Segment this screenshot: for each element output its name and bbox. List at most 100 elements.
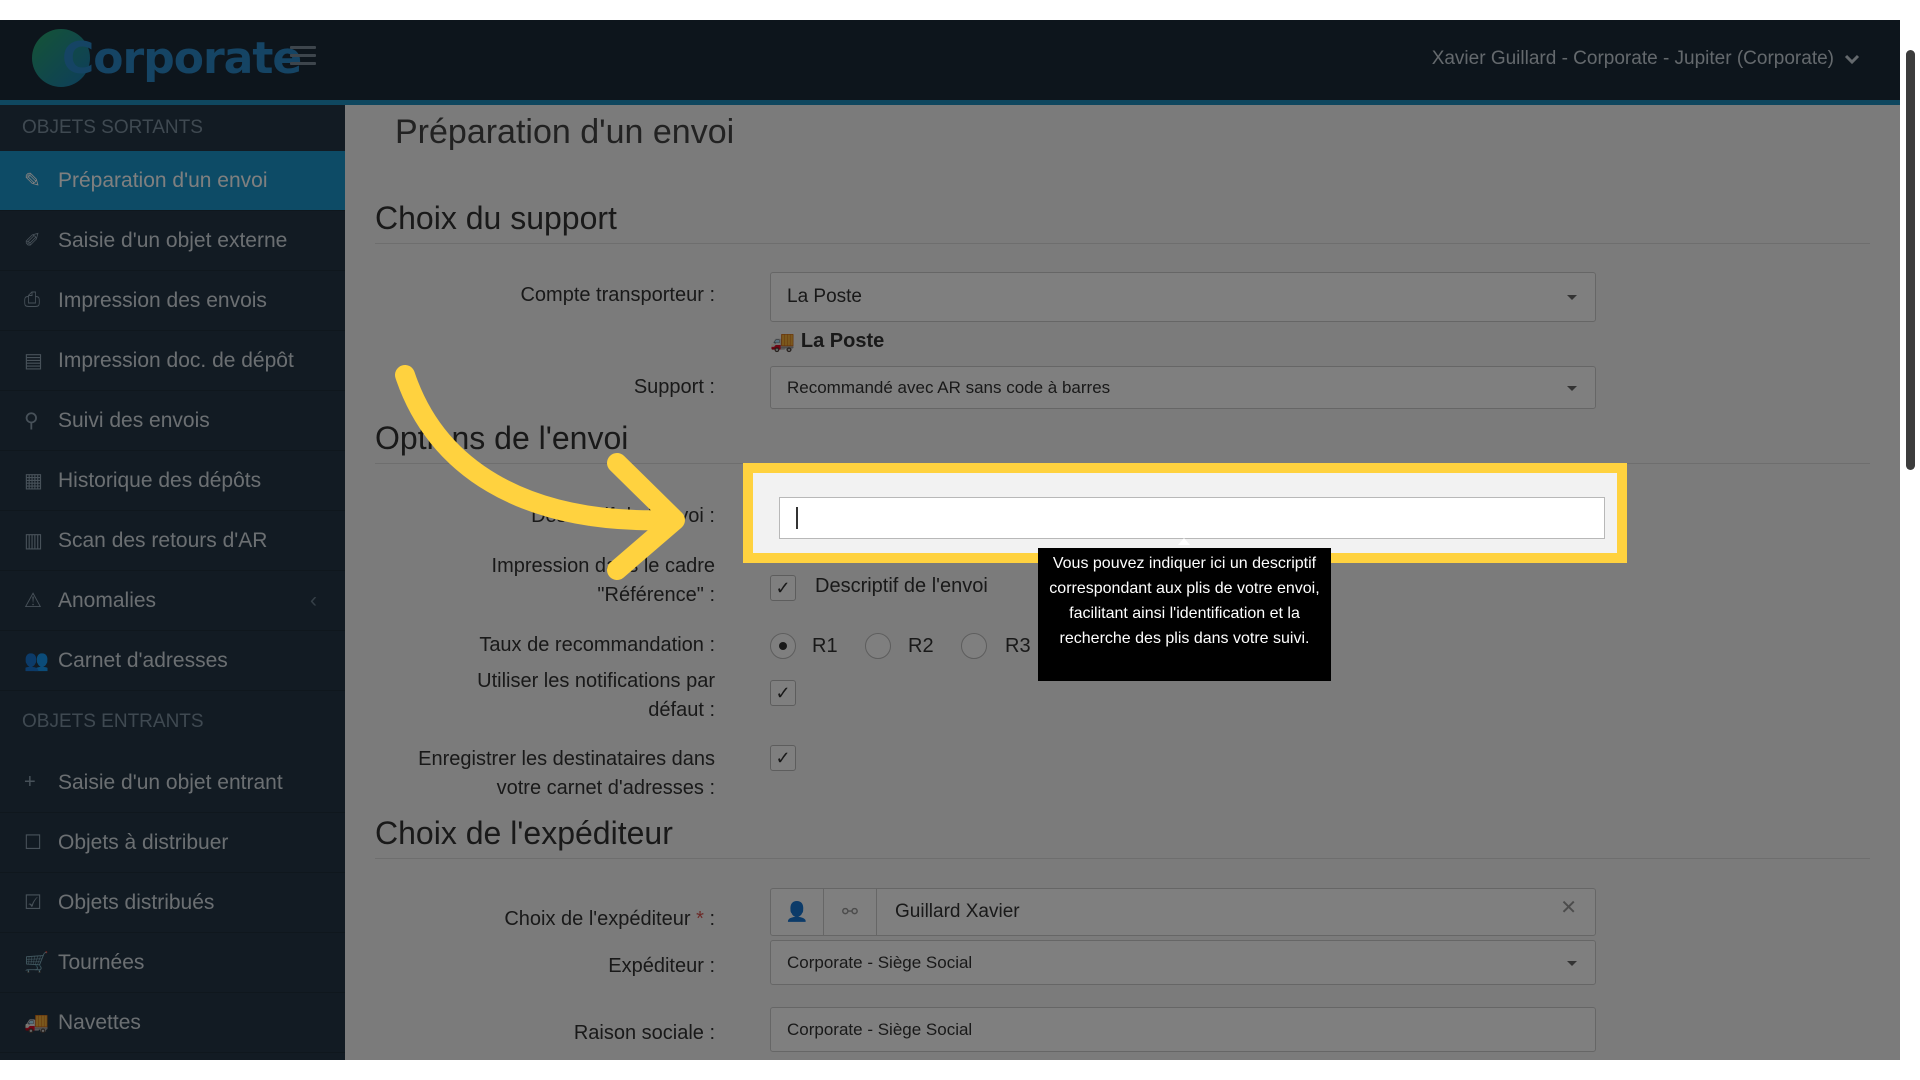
sidebar-item-tracking[interactable]: ⚲ Suivi des envois <box>0 391 345 451</box>
calendar-icon: ▦ <box>24 470 43 492</box>
scrollbar-thumb[interactable] <box>1906 50 1915 470</box>
logo[interactable]: Corporate <box>32 26 302 90</box>
logo-text: Corporate <box>62 32 302 84</box>
caret-down-icon <box>1567 960 1577 966</box>
page-title: Préparation d'un envoi <box>395 113 735 151</box>
notifications-label-line2: défaut : <box>648 699 715 721</box>
sender-choice-field[interactable]: 👤 ⚯ Guillard Xavier ✕ <box>770 888 1596 936</box>
support-select[interactable]: Recommandé avec AR sans code à barres <box>770 366 1596 409</box>
rate-radio-r2[interactable] <box>865 633 891 659</box>
sidebar-section-outgoing: OBJETS SORTANTS <box>22 117 203 138</box>
sidebar-item-incoming-entry[interactable]: + Saisie d'un objet entrant <box>0 753 345 813</box>
text-cursor <box>796 507 798 529</box>
sender-choice-value: Guillard Xavier <box>895 901 1020 922</box>
sidebar: OBJETS SORTANTS ✎ Préparation d'un envoi… <box>0 105 345 1060</box>
rate-radio-r3[interactable] <box>961 633 987 659</box>
clear-icon[interactable]: ✕ <box>1560 895 1577 920</box>
notifications-checkbox[interactable]: ✓ <box>770 680 796 706</box>
annotation-arrow-icon <box>395 365 685 580</box>
sidebar-item-external-object[interactable]: ✐ Saisie d'un objet externe <box>0 211 345 271</box>
caret-down-icon <box>1567 385 1577 391</box>
chevron-left-icon: ‹ <box>310 588 317 612</box>
caret-down-icon <box>1567 295 1577 300</box>
sender-select-value: Corporate - Siège Social <box>787 952 973 972</box>
sidebar-item-label: Objets à distribuer <box>58 830 229 854</box>
sender-select[interactable]: Corporate - Siège Social <box>770 940 1596 985</box>
sidebar-item-address-book[interactable]: 👥 Carnet d'adresses <box>0 631 345 691</box>
plus-icon: + <box>24 771 36 793</box>
sidebar-item-distributed[interactable]: ☑ Objets distribués <box>0 873 345 933</box>
sidebar-item-label: Anomalies <box>58 588 157 612</box>
save-recipients-label: Enregistrer les destinataires dans votre… <box>418 745 715 803</box>
impression-checkbox[interactable]: ✓ <box>770 575 796 601</box>
chevron-down-icon <box>1844 54 1860 65</box>
top-bar: Corporate Xavier Guillard - Corporate - … <box>0 20 1900 105</box>
sidebar-item-label: Navettes <box>58 1010 141 1034</box>
sidebar-item-rounds[interactable]: 🛒 Tournées <box>0 933 345 993</box>
rate-label-r1: R1 <box>812 635 838 657</box>
sidebar-item-anomalies[interactable]: ⚠ Anomalies ‹ <box>0 571 345 631</box>
sender-label: Expéditeur : <box>608 955 715 977</box>
rate-label: Taux de recommandation : <box>479 634 715 656</box>
truck-icon: 🚚 <box>24 1012 49 1034</box>
save-recipients-label-line1: Enregistrer les destinataires dans <box>418 748 715 770</box>
pencil-icon: ✎ <box>24 170 41 192</box>
carrier-select-value: La Poste <box>787 286 862 307</box>
save-recipients-checkbox[interactable]: ✓ <box>770 745 796 771</box>
rate-label-r2: R2 <box>908 635 934 657</box>
description-tooltip: Vous pouvez indiquer ici un descriptif c… <box>1038 548 1331 681</box>
section-title-support: Choix du support <box>375 200 1870 244</box>
sidebar-item-preparation[interactable]: ✎ Préparation d'un envoi <box>0 151 345 211</box>
sidebar-item-label: Scan des retours d'AR <box>58 528 268 552</box>
sidebar-item-label: Saisie d'un objet entrant <box>58 770 283 794</box>
document-icon: ▤ <box>24 350 43 372</box>
carrier-label: Compte transporteur : <box>520 284 715 306</box>
checkbox-empty-icon: ☐ <box>24 832 42 854</box>
carrier-badge-label: La Poste <box>800 330 885 352</box>
sidebar-item-label: Impression des envois <box>58 288 267 312</box>
sidebar-item-deposit-history[interactable]: ▦ Historique des dépôts <box>0 451 345 511</box>
support-select-value: Recommandé avec AR sans code à barres <box>787 377 1111 397</box>
printer-icon: ⎙ <box>24 289 40 311</box>
user-menu[interactable]: Xavier Guillard - Corporate - Jupiter (C… <box>1432 48 1860 70</box>
notifications-label-line1: Utiliser les notifications par <box>477 670 715 692</box>
sidebar-item-label: Saisie d'un objet externe <box>58 228 288 252</box>
company-input[interactable]: Corporate - Siège Social <box>770 1007 1596 1052</box>
search-icon: ⚲ <box>24 410 39 432</box>
sidebar-section-incoming: OBJETS ENTRANTS <box>22 711 204 732</box>
page-scrollbar[interactable] <box>1900 20 1920 1060</box>
description-input[interactable] <box>779 497 1605 539</box>
sender-choice-label-text: Choix de l'expéditeur <box>504 908 691 930</box>
hierarchy-icon[interactable]: ⚯ <box>824 889 877 935</box>
warning-icon: ⚠ <box>24 590 42 612</box>
sidebar-item-label: Objets distribués <box>58 890 215 914</box>
user-icon[interactable]: 👤 <box>771 889 824 935</box>
sidebar-item-label: Carnet d'adresses <box>58 648 228 672</box>
notifications-label: Utiliser les notifications par défaut : <box>477 667 715 725</box>
sidebar-item-label: Impression doc. de dépôt <box>58 348 294 372</box>
sidebar-item-print-shipments[interactable]: ⎙ Impression des envois <box>0 271 345 331</box>
sidebar-item-label: Préparation d'un envoi <box>58 168 268 192</box>
menu-toggle-icon[interactable] <box>290 46 316 66</box>
carrier-select[interactable]: La Poste <box>770 272 1596 322</box>
user-label: Xavier Guillard - Corporate - Jupiter (C… <box>1431 48 1834 69</box>
checkbox-checked-icon: ☑ <box>24 892 42 914</box>
sidebar-item-label: Tournées <box>58 950 145 974</box>
rate-radio-r1[interactable] <box>770 633 796 659</box>
carrier-badge: 🚚 La Poste <box>770 329 884 354</box>
sidebar-item-label: Historique des dépôts <box>58 468 262 492</box>
rate-label-r3: R3 <box>1005 635 1031 657</box>
truck-icon: 🚚 <box>770 331 795 353</box>
impression-option-label: Descriptif de l'envoi <box>815 575 988 597</box>
barcode-icon: ▥ <box>24 530 43 552</box>
section-title-sender: Choix de l'expéditeur <box>375 815 1870 859</box>
impression-label-line2: "Référence" : <box>597 584 715 606</box>
edit-external-icon: ✐ <box>24 230 41 252</box>
required-mark: * <box>696 908 704 930</box>
sender-choice-label: Choix de l'expéditeur * : <box>504 905 715 934</box>
sidebar-item-shuttles[interactable]: 🚚 Navettes <box>0 993 345 1053</box>
sidebar-item-print-deposit-doc[interactable]: ▤ Impression doc. de dépôt <box>0 331 345 391</box>
sidebar-item-ar-scan[interactable]: ▥ Scan des retours d'AR <box>0 511 345 571</box>
sidebar-item-to-distribute[interactable]: ☐ Objets à distribuer <box>0 813 345 873</box>
cart-icon: 🛒 <box>24 952 49 974</box>
